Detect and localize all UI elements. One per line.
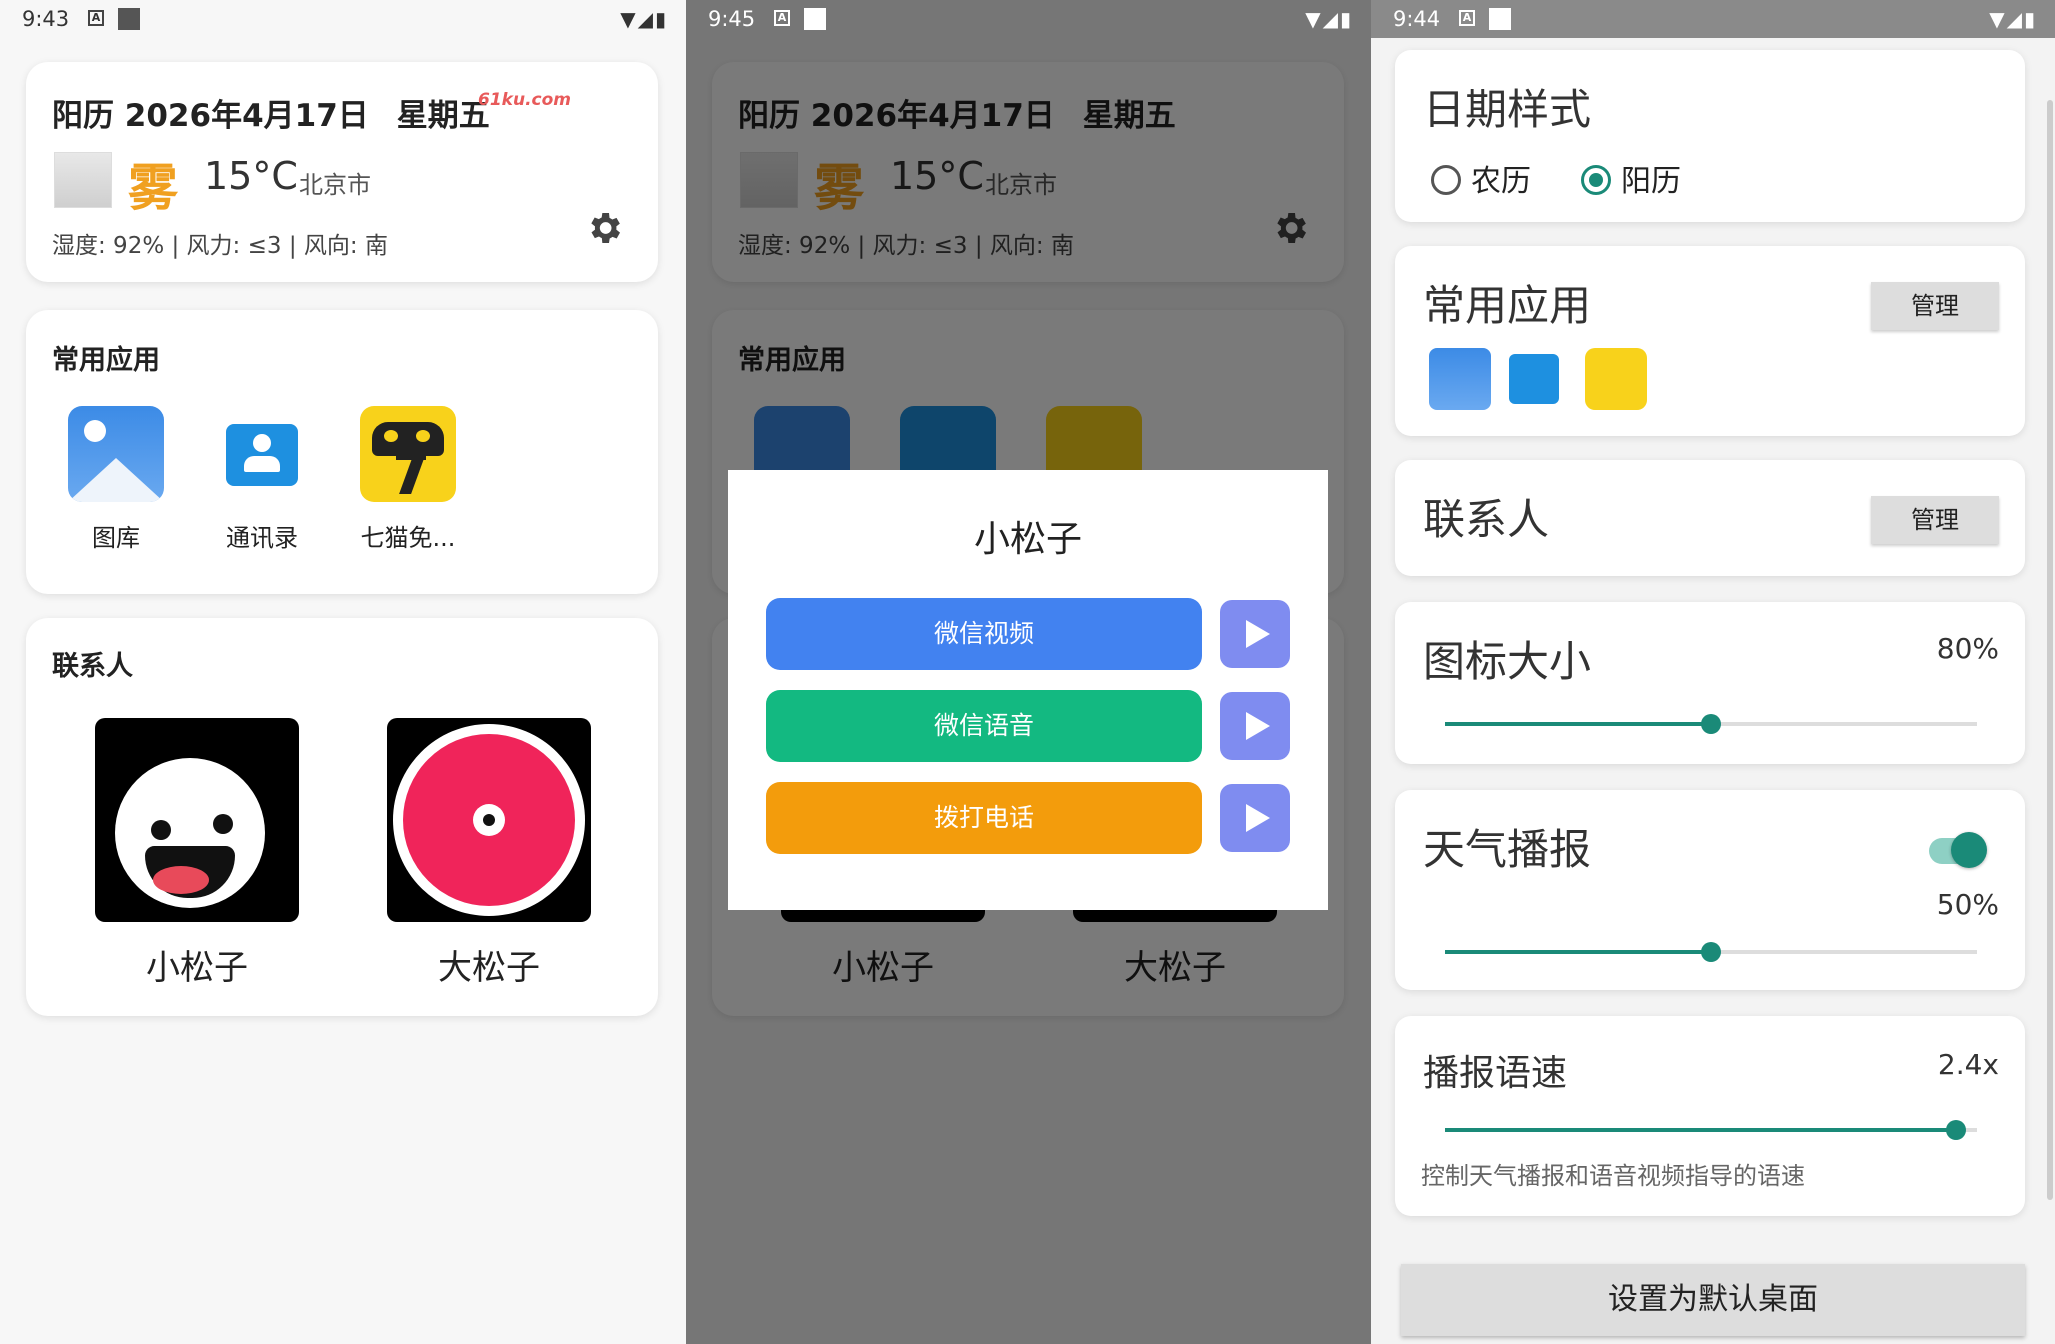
slider-thumb[interactable] — [1945, 1120, 1966, 1140]
set-default-launcher-button[interactable]: 设置为默认桌面 — [1401, 1264, 2025, 1336]
monster-avatar-icon — [95, 718, 299, 922]
contacts-icon — [1509, 354, 1559, 404]
date-style-card: 日期样式 农历 阳历 — [1395, 50, 2025, 222]
notification-square-icon — [1489, 8, 1511, 30]
app-contacts[interactable]: 通讯录 — [202, 406, 322, 553]
weather-report-card: 天气播报 50% — [1395, 790, 2025, 990]
fog-weather-icon — [54, 152, 112, 208]
contact-label: 大松子 — [438, 948, 540, 988]
apps-card: 常用应用 图库 通讯录 七猫免... — [26, 310, 658, 594]
contact-action-dialog: 小松子 微信视频 微信语音 拨打电话 — [728, 470, 1328, 910]
speech-rate-card: 播报语速 2.4x 控制天气播报和语音视频指导的语速 — [1395, 1016, 2025, 1216]
play-icon[interactable] — [1220, 692, 1290, 760]
slider-thumb[interactable] — [1701, 714, 1721, 734]
notification-a-icon: A — [1459, 10, 1475, 26]
status-bar: 9:45 A ▼◢▮ — [686, 0, 1371, 38]
common-apps-title: 常用应用 — [1423, 281, 1592, 330]
notification-a-icon: A — [774, 10, 790, 26]
apps-title: 常用应用 — [52, 345, 160, 376]
gallery-icon — [68, 406, 164, 502]
app-gallery[interactable]: 图库 — [56, 406, 176, 553]
qimao-icon — [360, 406, 456, 502]
signal-battery-icon: ▼◢▮ — [620, 7, 668, 31]
weather-temperature: 15°C — [204, 154, 298, 198]
scrollbar[interactable] — [2047, 100, 2053, 1200]
wechat-video-button[interactable]: 微信视频 — [766, 598, 1202, 670]
status-time: 9:43 — [22, 7, 70, 31]
weather-condition: 雾 — [128, 159, 178, 217]
status-bar: 9:44 A ▼◢▮ — [1371, 0, 2055, 38]
app-label: 通讯录 — [226, 524, 298, 552]
status-time: 9:44 — [1393, 7, 1441, 31]
speech-rate-title: 播报语速 — [1423, 1053, 1568, 1094]
radio-solar[interactable]: 阳历 — [1581, 156, 1681, 200]
slider-fill — [1445, 722, 1711, 726]
watermark: 61ku.com — [478, 90, 571, 110]
dialog-title: 小松子 — [973, 519, 1082, 560]
contact-dasongzi[interactable]: 大松子 — [384, 718, 594, 989]
status-time: 9:45 — [708, 7, 756, 31]
notification-square-icon — [118, 8, 140, 30]
wechat-voice-button[interactable]: 微信语音 — [766, 690, 1202, 762]
notification-a-icon: A — [88, 10, 104, 26]
music-disc-avatar-icon — [387, 718, 591, 922]
status-bar: 9:43 A ▼◢▮ — [0, 0, 686, 38]
signal-battery-icon: ▼◢▮ — [1989, 7, 2037, 31]
speech-rate-value: 2.4x — [1937, 1048, 1999, 1081]
contact-xiaosongzi[interactable]: 小松子 — [92, 718, 302, 989]
contacts-settings-title: 联系人 — [1423, 495, 1550, 544]
contacts-icon — [214, 406, 310, 502]
qimao-icon — [1585, 348, 1647, 410]
notification-square-icon — [804, 8, 826, 30]
contacts-title: 联系人 — [52, 651, 133, 682]
weather-date: 阳历 2026年4月17日星期五 — [52, 98, 490, 134]
icon-size-value: 80% — [1936, 632, 1999, 665]
phone-call-button[interactable]: 拨打电话 — [766, 782, 1202, 854]
icon-size-card: 图标大小 80% — [1395, 602, 2025, 764]
radio-circle — [1431, 165, 1461, 195]
signal-battery-icon: ▼◢▮ — [1305, 7, 1353, 31]
date-style-title: 日期样式 — [1423, 85, 1592, 134]
weather-volume-slider[interactable] — [1445, 942, 1977, 962]
contact-label: 小松子 — [146, 948, 248, 988]
weather-report-toggle[interactable] — [1929, 832, 1987, 868]
speech-rate-slider[interactable] — [1445, 1120, 1977, 1140]
icon-size-title: 图标大小 — [1423, 637, 1592, 686]
home-screen: 9:43 A ▼◢▮ 阳历 2026年4月17日 星期五 61ku.com 雾 1… — [0, 0, 686, 1344]
common-apps-card: 常用应用 管理 — [1395, 246, 2025, 436]
app-qimao[interactable]: 七猫免... — [348, 406, 468, 553]
app-label: 图库 — [92, 524, 140, 552]
contacts-settings-card: 联系人 管理 — [1395, 460, 2025, 576]
weather-details: 湿度: 92% | 风力: ≤3 | 风向: 南 — [52, 233, 388, 259]
play-icon[interactable] — [1220, 600, 1290, 668]
settings-screen: 9:44 A ▼◢▮ 日期样式 农历 阳历 常用应用 管理 联系人 管理 图标大… — [1371, 0, 2055, 1344]
weekday: 星期五 — [396, 98, 490, 134]
slider-thumb[interactable] — [1701, 942, 1721, 962]
icon-size-slider[interactable] — [1445, 714, 1977, 734]
radio-circle-selected — [1581, 165, 1611, 195]
contacts-card: 联系人 小松子 大松子 — [26, 618, 658, 1016]
speech-rate-hint: 控制天气播报和语音视频指导的语速 — [1421, 1162, 1805, 1190]
slider-fill — [1445, 950, 1711, 954]
weather-volume-value: 50% — [1936, 888, 1999, 921]
call-dialog-screen: 阳历 2026年4月17日星期五 雾 15°C 北京市 湿度: 92% | 风力… — [686, 0, 1371, 1344]
weather-card[interactable]: 阳历 2026年4月17日 星期五 61ku.com 雾 15°C 北京市 湿度:… — [26, 62, 658, 282]
manage-apps-button[interactable]: 管理 — [1871, 282, 1999, 330]
play-icon[interactable] — [1220, 784, 1290, 852]
app-label: 七猫免... — [360, 524, 456, 552]
weather-report-title: 天气播报 — [1423, 825, 1592, 874]
weather-city: 北京市 — [299, 171, 371, 199]
radio-lunar[interactable]: 农历 — [1431, 156, 1531, 200]
slider-fill — [1445, 1128, 1956, 1132]
manage-contacts-button[interactable]: 管理 — [1871, 496, 1999, 544]
gear-icon[interactable] — [584, 208, 624, 248]
gallery-icon — [1429, 348, 1491, 410]
